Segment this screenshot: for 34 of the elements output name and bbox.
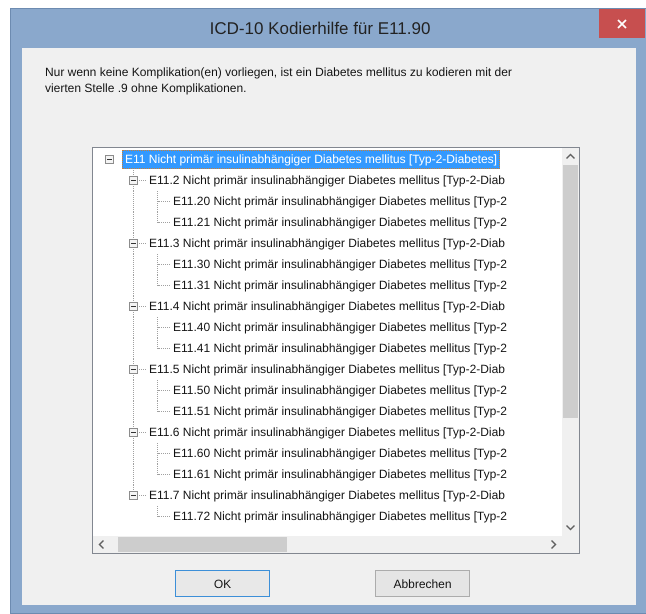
tree-item[interactable]: E11.4 Nicht primär insulinabhängiger Diabetes mellitus [Typ-2-Diab bbox=[146, 297, 508, 316]
tree-item[interactable]: E11.40 Nicht primär insulinabhängiger Diabetes mellitus [Typ-2 bbox=[170, 318, 510, 337]
tree-item[interactable]: E11.3 Nicht primär insulinabhängiger Diabetes mellitus [Typ-2-Diab bbox=[146, 234, 508, 253]
tree-item[interactable]: E11.21 Nicht primär insulinabhängiger Diabetes mellitus [Typ-2 bbox=[170, 213, 510, 232]
tree-item[interactable]: E11.60 Nicht primär insulinabhängiger Diabetes mellitus [Typ-2 bbox=[170, 444, 510, 463]
ok-button[interactable]: OK bbox=[175, 570, 270, 597]
window-title: ICD-10 Kodierhilfe für E11.90 bbox=[210, 18, 430, 38]
tree-item[interactable]: E11.51 Nicht primär insulinabhängiger Diabetes mellitus [Typ-2 bbox=[170, 402, 510, 421]
info-message: Nur wenn keine Komplikation(en) vorliegen, ist ein Diabetes mellitus zu kodieren mit der vierten Stelle .9 ohne Komplikationen. bbox=[45, 64, 513, 96]
collapse-icon[interactable] bbox=[129, 302, 138, 311]
collapse-icon[interactable] bbox=[105, 155, 114, 164]
collapse-icon[interactable] bbox=[129, 239, 138, 248]
vertical-scrollbar[interactable] bbox=[562, 148, 579, 536]
tree-item[interactable]: E11.72 Nicht primär insulinabhängiger Diabetes mellitus [Typ-2 bbox=[170, 507, 510, 526]
tree-item[interactable]: E11.50 Nicht primär insulinabhängiger Diabetes mellitus [Typ-2 bbox=[170, 381, 510, 400]
close-button[interactable] bbox=[599, 9, 645, 38]
scroll-thumb[interactable] bbox=[563, 165, 578, 418]
cancel-button[interactable]: Abbrechen bbox=[375, 570, 470, 597]
tree-item[interactable]: E11.2 Nicht primär insulinabhängiger Diabetes mellitus [Typ-2-Diab bbox=[146, 171, 508, 190]
tree-item[interactable]: E11.31 Nicht primär insulinabhängiger Diabetes mellitus [Typ-2 bbox=[170, 276, 510, 295]
collapse-icon[interactable] bbox=[129, 428, 138, 437]
collapse-icon[interactable] bbox=[129, 176, 138, 185]
tree-item[interactable]: E11.6 Nicht primär insulinabhängiger Diabetes mellitus [Typ-2-Diab bbox=[146, 423, 508, 442]
tree-item[interactable]: E11.30 Nicht primär insulinabhängiger Diabetes mellitus [Typ-2 bbox=[170, 255, 510, 274]
tree-item[interactable]: E11.20 Nicht primär insulinabhängiger Diabetes mellitus [Typ-2 bbox=[170, 192, 510, 211]
close-icon bbox=[617, 18, 627, 28]
tree-item[interactable]: E11.61 Nicht primär insulinabhängiger Diabetes mellitus [Typ-2 bbox=[170, 465, 510, 484]
horizontal-scrollbar[interactable] bbox=[93, 536, 562, 553]
collapse-icon[interactable] bbox=[129, 491, 138, 500]
tree-item[interactable]: E11.5 Nicht primär insulinabhängiger Diabetes mellitus [Typ-2-Diab bbox=[146, 360, 508, 379]
scroll-thumb[interactable] bbox=[118, 537, 287, 552]
tree-item[interactable]: E11.41 Nicht primär insulinabhängiger Diabetes mellitus [Typ-2 bbox=[170, 339, 510, 358]
collapse-icon[interactable] bbox=[129, 365, 138, 374]
tree-item[interactable]: E11.7 Nicht primär insulinabhängiger Diabetes mellitus [Typ-2-Diab bbox=[146, 486, 508, 505]
